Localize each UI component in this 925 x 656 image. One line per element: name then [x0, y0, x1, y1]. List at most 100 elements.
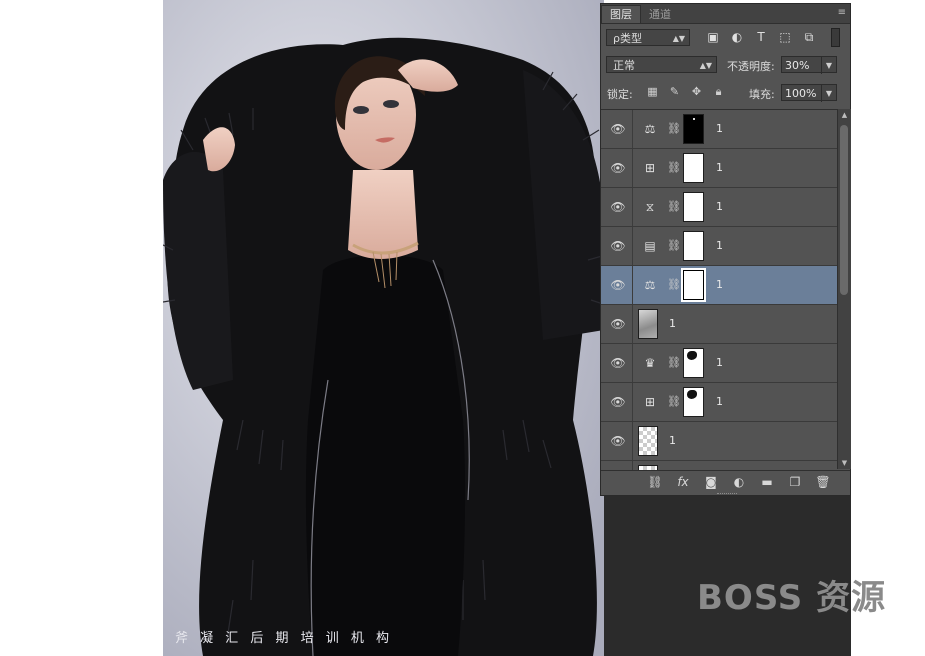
scroll-up-icon[interactable]: ▲: [838, 109, 851, 121]
visibility-divider: [632, 461, 633, 470]
mask-spot: [693, 118, 695, 120]
layer-row[interactable]: 👁︎ ♛ ⛓ 1: [601, 344, 837, 383]
scroll-down-icon[interactable]: ▼: [838, 457, 851, 469]
layer-name[interactable]: 1: [716, 161, 723, 174]
smart-object-filter-icon[interactable]: ⧉: [801, 29, 817, 45]
tab-channels[interactable]: 通道: [641, 6, 679, 23]
visibility-divider: [632, 305, 633, 343]
visibility-eye-icon[interactable]: 👁︎: [610, 277, 626, 293]
filter-kind-label: ρ类型: [613, 32, 642, 45]
panel-resize-grip[interactable]: [717, 493, 737, 497]
layer-mask-thumbnail[interactable]: [683, 192, 704, 222]
layers-scrollbar[interactable]: ▲ ▼: [837, 109, 851, 469]
blend-mode-dropdown[interactable]: 正常 ▲▼: [606, 56, 717, 73]
visibility-divider: [632, 110, 633, 148]
visibility-eye-icon[interactable]: 👁︎: [610, 238, 626, 254]
layer-row[interactable]: 👁︎ ⧖ ⛓ 1: [601, 188, 837, 227]
mask-spot: [687, 351, 697, 360]
layer-mask-thumbnail[interactable]: [683, 153, 704, 183]
layer-name[interactable]: 1: [716, 395, 723, 408]
panel-menu-icon[interactable]: ≡: [838, 7, 846, 18]
fill-input[interactable]: 100% ▼: [781, 84, 837, 102]
chevron-updown-icon: ▲▼: [699, 61, 712, 70]
lock-move-icon[interactable]: ✥: [690, 85, 703, 98]
layer-row[interactable]: 👁︎: [601, 461, 837, 470]
panel-tab-bar: 图层 通道 ≡: [601, 4, 850, 24]
canvas-photo: 斧 凝 汇 后 期 培 训 机 构: [163, 0, 604, 656]
curves-icon: ⊞: [644, 395, 656, 409]
filter-toggle[interactable]: [831, 28, 840, 47]
chevron-down-icon[interactable]: ▼: [821, 85, 836, 102]
lock-transparency-icon[interactable]: ▦: [646, 85, 659, 98]
layer-row[interactable]: 👁︎ ⚖ ⛓ 1: [601, 110, 837, 149]
curves-icon: ⊞: [644, 161, 656, 175]
visibility-eye-icon[interactable]: 👁︎: [610, 433, 626, 449]
filter-icons: ▣ ◐ T ⬚ ⧉: [705, 29, 817, 45]
image-filter-icon[interactable]: ▣: [705, 29, 721, 45]
panel-bottom-toolbar: ⛓ fx ◙ ◐ ▬ ❐ 🗑︎: [601, 470, 850, 495]
visibility-eye-icon[interactable]: 👁︎: [610, 316, 626, 332]
mask-link-icon[interactable]: ⛓: [667, 355, 681, 371]
layer-thumbnail[interactable]: [638, 309, 658, 339]
brand-watermark: BOSS 资源: [697, 578, 887, 618]
layer-name[interactable]: 1: [716, 356, 723, 369]
layer-mask-thumbnail[interactable]: [681, 268, 706, 302]
visibility-eye-icon[interactable]: 👁︎: [610, 355, 626, 371]
lock-row: 锁定: ▦ ✎ ✥ 🔒︎ 填充: 100% ▼: [601, 80, 850, 108]
levels-icon: ▤: [644, 239, 656, 253]
mask-link-icon[interactable]: ⛓: [667, 121, 681, 137]
new-layer-icon[interactable]: ❐: [787, 474, 803, 490]
fx-icon[interactable]: fx: [675, 474, 691, 490]
opacity-value: 30%: [785, 59, 810, 72]
visibility-divider: [632, 149, 633, 187]
filter-kind-dropdown[interactable]: ρ类型 ▲▼: [606, 29, 690, 46]
link-icon[interactable]: ⛓: [647, 474, 663, 490]
layer-name[interactable]: 1: [669, 317, 676, 330]
layer-mask-thumbnail[interactable]: [683, 231, 704, 261]
layer-row[interactable]: 👁︎ ▤ ⛓ 1: [601, 227, 837, 266]
chevron-down-icon[interactable]: ▼: [821, 57, 836, 74]
layer-row[interactable]: 👁︎ ⊞ ⛓ 1: [601, 149, 837, 188]
balance-icon: ⚖: [644, 278, 656, 292]
layer-name[interactable]: 1: [669, 434, 676, 447]
layer-mask-thumbnail[interactable]: [683, 387, 704, 417]
visibility-divider: [632, 344, 633, 382]
visibility-eye-icon[interactable]: 👁︎: [610, 121, 626, 137]
mask-icon[interactable]: ◙: [703, 474, 719, 490]
visibility-divider: [632, 422, 633, 460]
layer-mask-thumbnail[interactable]: [683, 114, 704, 144]
scroll-thumb[interactable]: [840, 125, 848, 295]
lock-all-icon[interactable]: 🔒︎: [712, 85, 725, 98]
layer-row[interactable]: 👁︎ 1: [601, 422, 837, 461]
layer-row[interactable]: 👁︎ 1: [601, 305, 837, 344]
trash-icon[interactable]: 🗑︎: [815, 474, 831, 490]
new-adjustment-icon[interactable]: ◐: [731, 474, 747, 490]
layer-thumbnail[interactable]: [638, 426, 658, 456]
mask-link-icon[interactable]: ⛓: [667, 277, 681, 293]
layer-mask-thumbnail[interactable]: [683, 348, 704, 378]
visibility-eye-icon[interactable]: 👁︎: [610, 160, 626, 176]
opacity-input[interactable]: 30% ▼: [781, 56, 837, 74]
type-filter-icon[interactable]: T: [753, 29, 769, 45]
shape-filter-icon[interactable]: ⬚: [777, 29, 793, 45]
mask-link-icon[interactable]: ⛓: [667, 238, 681, 254]
lock-paint-icon[interactable]: ✎: [668, 85, 681, 98]
folder-icon[interactable]: ▬: [759, 474, 775, 490]
visibility-eye-icon[interactable]: 👁︎: [610, 394, 626, 410]
blend-row: 正常 ▲▼ 不透明度: 30% ▼: [601, 52, 850, 80]
layer-name[interactable]: 1: [716, 278, 723, 291]
visibility-eye-icon[interactable]: 👁︎: [610, 199, 626, 215]
layer-name[interactable]: 1: [716, 122, 723, 135]
visibility-divider: [632, 383, 633, 421]
tab-layers[interactable]: 图层: [601, 5, 641, 23]
adjustment-filter-icon[interactable]: ◐: [729, 29, 745, 45]
layer-row[interactable]: 👁︎ ⊞ ⛓ 1: [601, 383, 837, 422]
layer-name[interactable]: 1: [716, 239, 723, 252]
mask-link-icon[interactable]: ⛓: [667, 160, 681, 176]
mask-link-icon[interactable]: ⛓: [667, 199, 681, 215]
layer-name[interactable]: 1: [716, 200, 723, 213]
layer-row[interactable]: 👁︎ ⚖ ⛓ 1: [601, 266, 837, 305]
mask-link-icon[interactable]: ⛓: [667, 394, 681, 410]
opacity-label: 不透明度:: [727, 60, 775, 73]
layers-list: 👁︎ ⚖ ⛓ 1 👁︎ ⊞ ⛓ 1 👁︎ ⧖ ⛓ 1 👁︎ ▤ ⛓ 1 👁︎ ⚖ ⛓ 1 👁︎ 1 👁︎ ♛ ⛓ 1 👁︎ ⊞ ⛓ 1 👁︎…: [601, 109, 837, 470]
